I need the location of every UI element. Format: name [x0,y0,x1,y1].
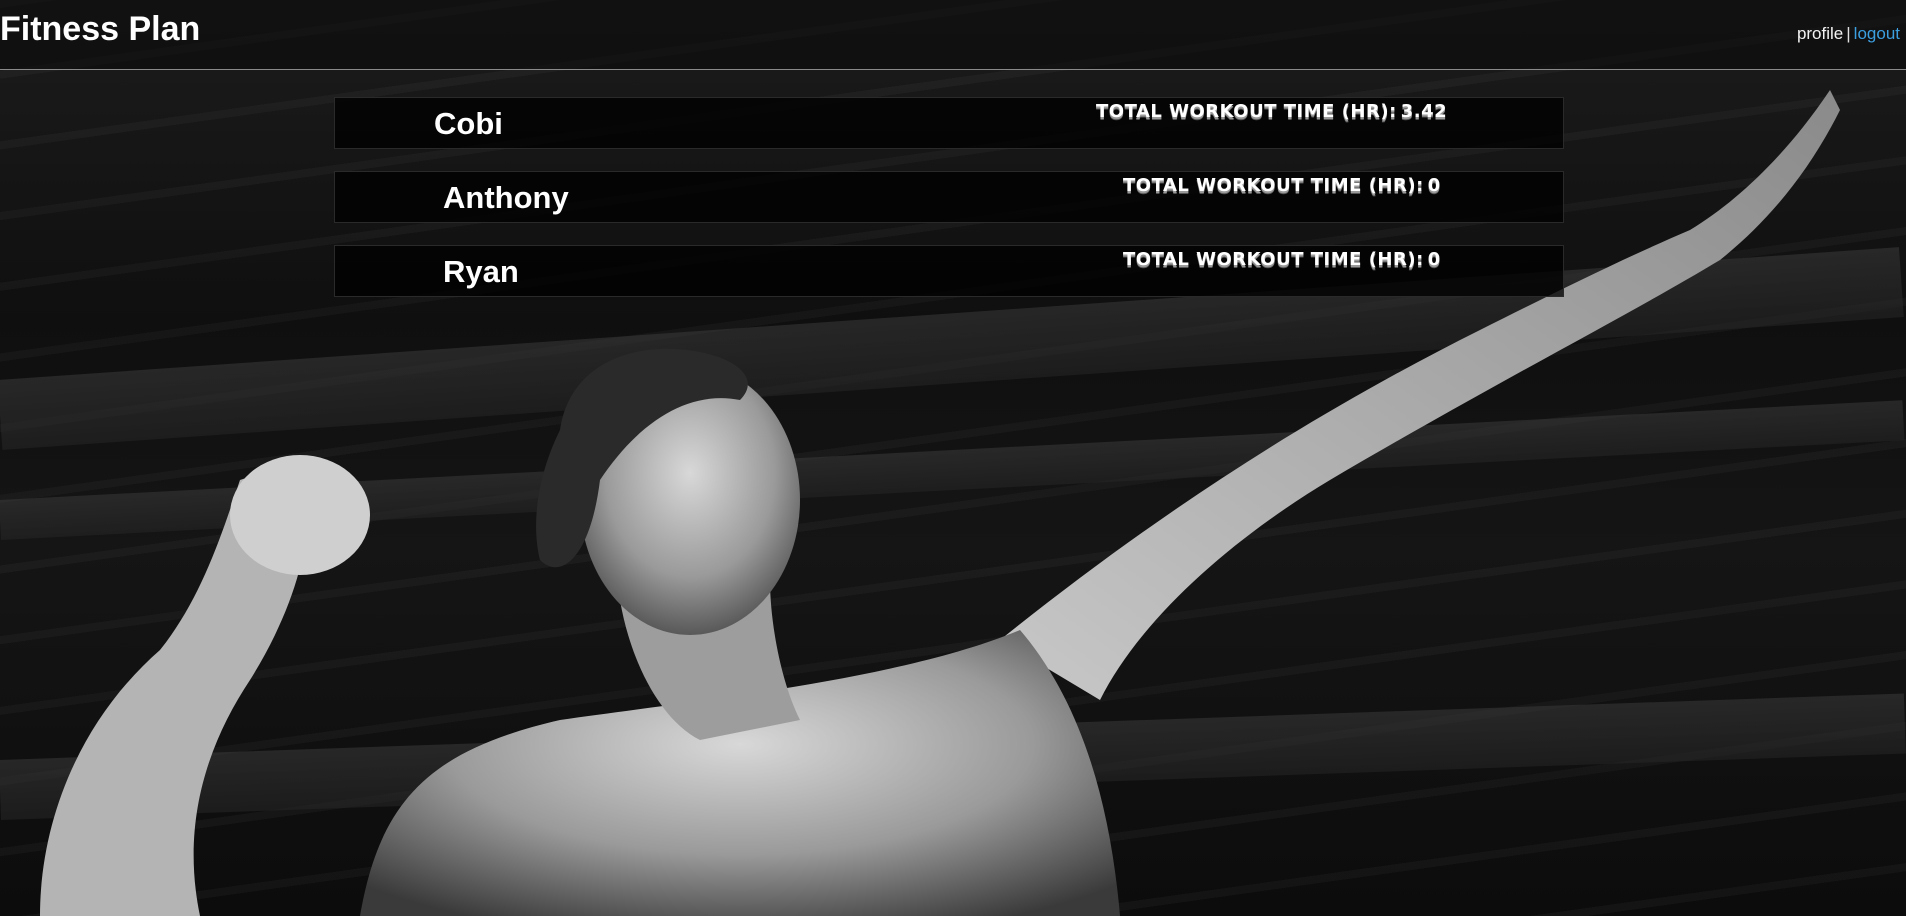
workout-time-value: 0 [1427,249,1441,270]
member-name: Ryan [443,254,519,289]
nav-separator: | [1846,24,1851,43]
member-row[interactable]: Cobi TOTAL WORKOUT TIME (HR): 3.42 [334,97,1564,149]
member-row[interactable]: Ryan TOTAL WORKOUT TIME (HR): 0 [334,245,1564,297]
member-row[interactable]: Anthony TOTAL WORKOUT TIME (HR): 0 [334,171,1564,223]
workout-time-label: TOTAL WORKOUT TIME (HR): [1123,249,1424,270]
logout-link[interactable]: logout [1854,24,1900,43]
app-title: Fitness Plan [0,10,201,48]
workout-time-value: 3.42 [1400,101,1448,122]
app-header: Fitness Plan profile | logout [0,0,1906,70]
member-workout-time: TOTAL WORKOUT TIME (HR): 0 [1123,249,1441,270]
workout-time-label: TOTAL WORKOUT TIME (HR): [1123,175,1424,196]
member-workout-time: TOTAL WORKOUT TIME (HR): 3.42 [1096,101,1447,122]
profile-link[interactable]: profile [1797,24,1843,43]
workout-time-value: 0 [1427,175,1441,196]
member-workout-time: TOTAL WORKOUT TIME (HR): 0 [1123,175,1441,196]
workout-time-label: TOTAL WORKOUT TIME (HR): [1096,101,1397,122]
member-name: Anthony [443,180,569,215]
member-name: Cobi [434,106,503,141]
member-list: Cobi TOTAL WORKOUT TIME (HR): 3.42 Anthon… [334,97,1564,319]
top-nav: profile | logout [1797,24,1900,44]
